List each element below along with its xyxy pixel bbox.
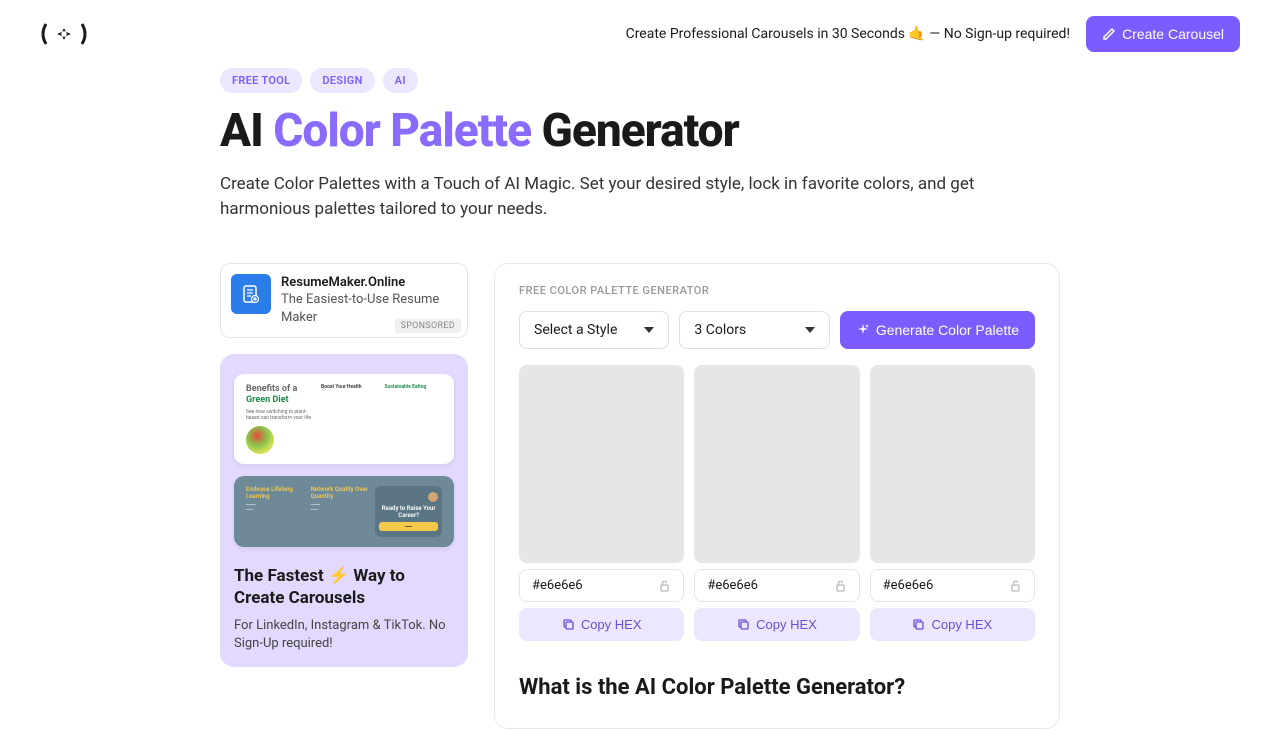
ad-icon (231, 274, 271, 314)
copy-icon (912, 618, 925, 631)
copy-icon (562, 618, 575, 631)
tag-ai[interactable]: AI (383, 68, 418, 93)
panel-label: FREE COLOR PALETTE GENERATOR (519, 284, 1035, 297)
copy-hex-button[interactable]: Copy HEX (870, 608, 1035, 641)
page-title: AI Color Palette Generator (220, 105, 1060, 158)
hex-input[interactable]: #e6e6e6 (870, 569, 1035, 602)
hex-input[interactable]: #e6e6e6 (694, 569, 859, 602)
swatch-column: #e6e6e6 Copy HEX (694, 365, 859, 641)
header-tagline: Create Professional Carousels in 30 Seco… (626, 26, 1070, 42)
logo[interactable] (40, 22, 88, 46)
promo-slide-2: Embrace Lifelong Learning━━━━━━━ Network… (234, 476, 454, 547)
section-title: What is the AI Color Palette Generator? (519, 675, 1035, 700)
style-dropdown[interactable]: Select a Style (519, 311, 669, 349)
chevron-down-icon (644, 327, 654, 333)
color-swatch[interactable] (519, 365, 684, 563)
copy-icon (737, 618, 750, 631)
lock-icon[interactable] (658, 579, 671, 592)
page-subtitle: Create Color Palettes with a Touch of AI… (220, 172, 1060, 223)
tag-row: FREE TOOL DESIGN AI (220, 68, 1060, 93)
lock-icon[interactable] (1009, 579, 1022, 592)
sponsored-ad[interactable]: ResumeMaker.Online The Easiest-to-Use Re… (220, 263, 468, 338)
hex-input[interactable]: #e6e6e6 (519, 569, 684, 602)
color-swatch[interactable] (694, 365, 859, 563)
generate-button[interactable]: Generate Color Palette (840, 311, 1035, 349)
copy-hex-button[interactable]: Copy HEX (519, 608, 684, 641)
lock-icon[interactable] (834, 579, 847, 592)
swatch-column: #e6e6e6 Copy HEX (519, 365, 684, 641)
swatch-column: #e6e6e6 Copy HEX (870, 365, 1035, 641)
create-carousel-button[interactable]: Create Carousel (1086, 16, 1240, 52)
promo-card[interactable]: Benefits of aGreen Diet See how switchin… (220, 354, 468, 668)
promo-heading: The Fastest ⚡ Way to Create Carousels (234, 565, 454, 609)
sparkle-icon (856, 323, 870, 337)
tag-design[interactable]: DESIGN (310, 68, 374, 93)
promo-slide-1: Benefits of aGreen Diet See how switchin… (234, 374, 454, 464)
promo-description: For LinkedIn, Instagram & TikTok. No Sig… (234, 617, 454, 653)
color-swatch[interactable] (870, 365, 1035, 563)
generator-panel: FREE COLOR PALETTE GENERATOR Select a St… (494, 263, 1060, 729)
sponsored-badge: SPONSORED (395, 319, 461, 333)
tag-free-tool[interactable]: FREE TOOL (220, 68, 302, 93)
copy-hex-button[interactable]: Copy HEX (694, 608, 859, 641)
edit-icon (1102, 27, 1116, 41)
count-dropdown[interactable]: 3 Colors (679, 311, 829, 349)
ad-title: ResumeMaker.Online (281, 274, 457, 292)
chevron-down-icon (805, 327, 815, 333)
